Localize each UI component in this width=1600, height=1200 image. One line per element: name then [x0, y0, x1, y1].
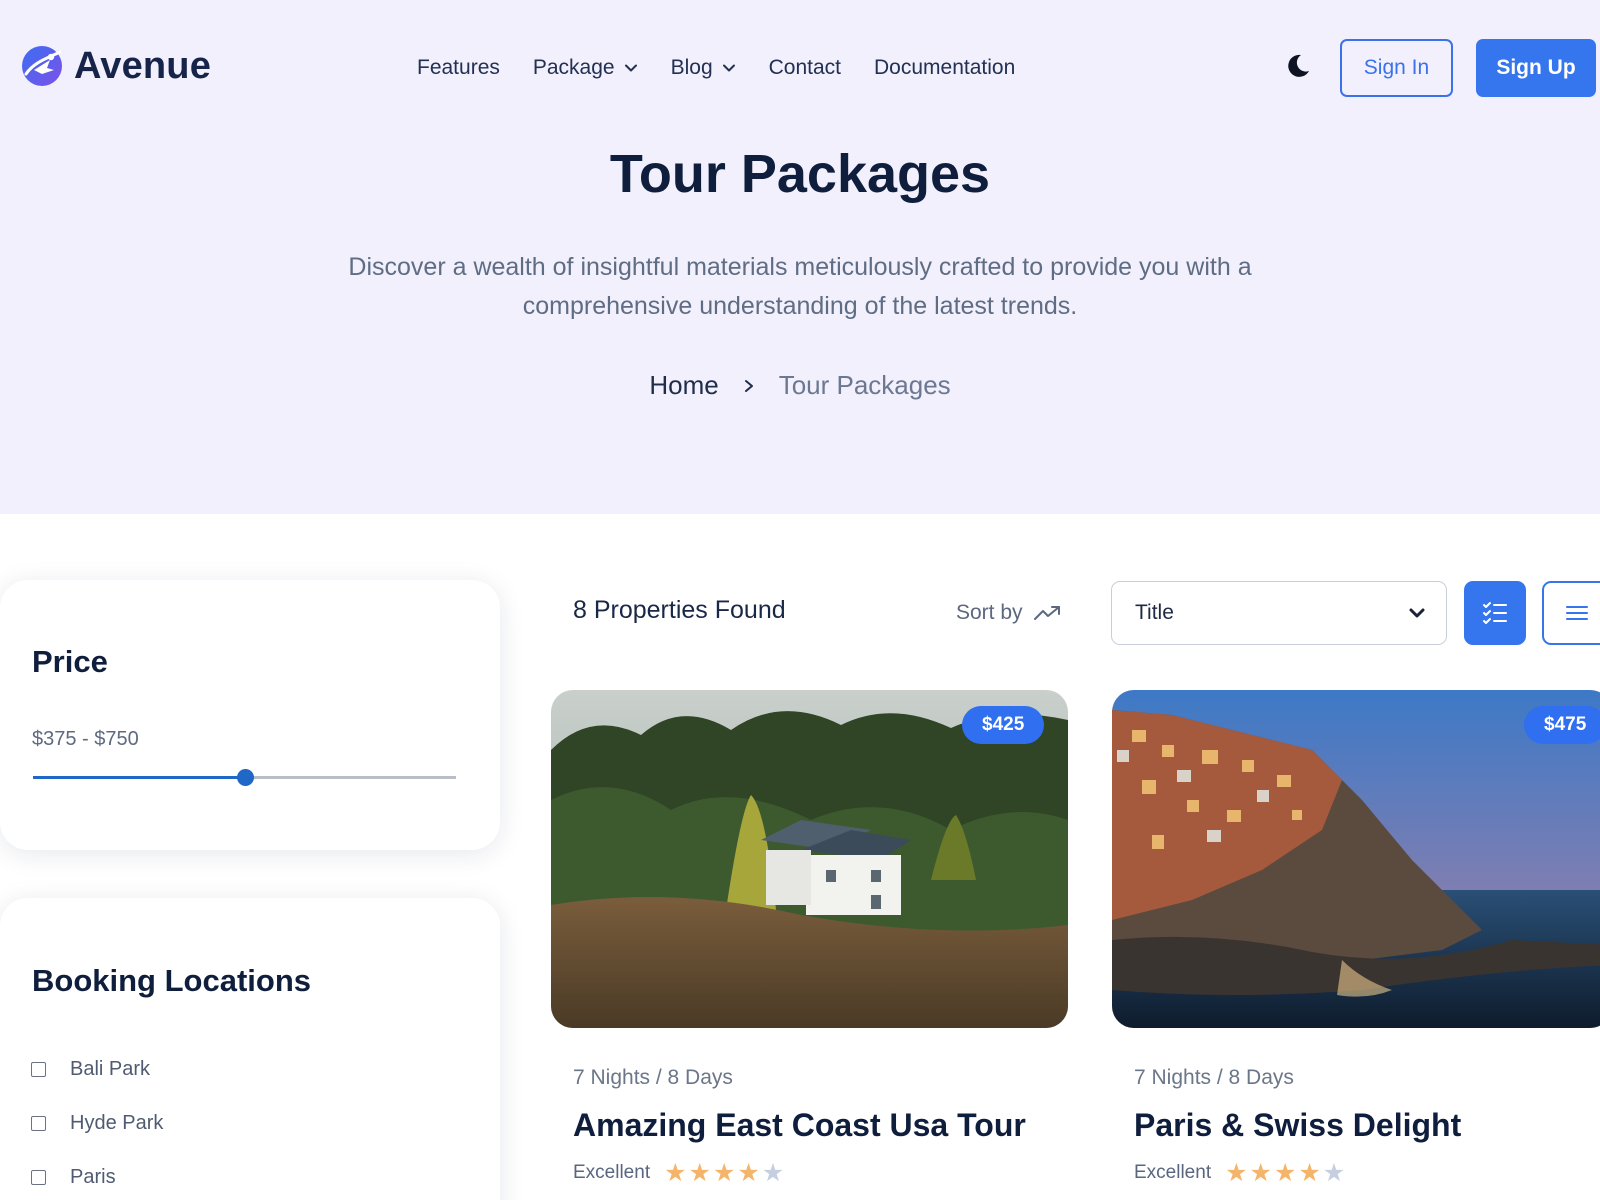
price-filter-title: Price	[32, 644, 108, 679]
location-label: Hyde Park	[70, 1111, 164, 1134]
location-item-paris[interactable]: Paris	[31, 1150, 163, 1200]
sign-up-button[interactable]: Sign Up	[1476, 39, 1596, 97]
price-slider-handle[interactable]	[236, 769, 254, 786]
star-rating: ★★★★★	[1225, 1160, 1347, 1186]
nav-features-label: Features	[417, 56, 500, 79]
star-filled-icon: ★	[1298, 1158, 1321, 1187]
star-empty-icon: ★	[761, 1158, 785, 1187]
checkbox[interactable]	[31, 1061, 46, 1077]
star-filled-icon: ★	[1249, 1158, 1272, 1187]
price-range-label: $375 - $750	[32, 728, 139, 750]
nav-documentation-label: Documentation	[874, 56, 1016, 79]
checklist-icon	[1483, 602, 1507, 624]
menu-lines-icon	[1566, 606, 1588, 620]
sign-in-button[interactable]: Sign In	[1340, 39, 1453, 97]
nav-package-dropdown[interactable]: Package	[533, 56, 638, 80]
location-item-hyde-park[interactable]: Hyde Park	[31, 1096, 163, 1150]
price-filter-panel	[0, 580, 500, 850]
package-duration: 7 Nights / 8 Days	[1134, 1066, 1294, 1089]
trend-up-icon	[1033, 606, 1060, 620]
package-rating: Excellent ★★★★★	[573, 1160, 786, 1186]
nav-blog-dropdown[interactable]: Blog	[671, 56, 736, 80]
nav-contact[interactable]: Contact	[769, 56, 841, 80]
grid-view-button[interactable]	[1542, 581, 1600, 645]
nav-documentation[interactable]: Documentation	[874, 56, 1015, 80]
chevron-down-icon	[722, 64, 735, 72]
package-rating: Excellent ★★★★★	[1134, 1160, 1347, 1186]
package-image-cliff-village[interactable]	[1112, 690, 1600, 1028]
rating-label: Excellent	[573, 1162, 651, 1183]
sort-by-label-group: Sort by	[956, 601, 1063, 625]
results-count: 8 Properties Found	[573, 596, 786, 624]
package-duration: 7 Nights / 8 Days	[573, 1066, 733, 1089]
airplane-globe-icon	[22, 46, 62, 86]
main-nav: Features Package Blog Contact Documentat…	[417, 56, 1048, 80]
page-description: Discover a wealth of insightful material…	[348, 253, 1252, 320]
package-title[interactable]: Amazing East Coast Usa Tour	[573, 1107, 1026, 1144]
location-list: Bali Park Hyde Park Paris	[31, 1042, 163, 1200]
booking-locations-title: Booking Locations	[32, 963, 311, 998]
nav-contact-label: Contact	[768, 56, 842, 79]
price-slider-fill	[33, 776, 245, 779]
star-filled-icon: ★	[737, 1158, 760, 1187]
brand-name: Avenue	[74, 44, 212, 87]
nav-features[interactable]: Features	[417, 56, 500, 80]
location-label: Paris	[70, 1165, 116, 1188]
location-label: Bali Park	[70, 1057, 151, 1080]
chevron-right-icon	[744, 379, 753, 392]
sort-select[interactable]: Title	[1111, 581, 1447, 645]
price-badge: $425	[962, 706, 1045, 744]
checkbox[interactable]	[31, 1115, 46, 1131]
page-title: Tour Packages	[609, 144, 991, 204]
chevron-down-icon	[1409, 608, 1425, 618]
star-filled-icon: ★	[688, 1158, 711, 1187]
breadcrumb-home-link[interactable]: Home	[649, 370, 718, 401]
breadcrumb-current: Tour Packages	[778, 370, 951, 400]
checkbox[interactable]	[31, 1169, 46, 1185]
location-item-bali-park[interactable]: Bali Park	[31, 1042, 163, 1096]
star-filled-icon: ★	[712, 1158, 736, 1187]
price-badge: $475	[1524, 706, 1600, 744]
star-rating: ★★★★★	[664, 1160, 786, 1186]
nav-blog-label: Blog	[670, 56, 713, 79]
star-filled-icon: ★	[1225, 1158, 1248, 1187]
list-view-button[interactable]	[1464, 581, 1526, 645]
nav-package-label: Package	[532, 56, 615, 79]
star-filled-icon: ★	[1273, 1158, 1297, 1187]
price-slider[interactable]	[33, 769, 456, 786]
star-empty-icon: ★	[1322, 1158, 1346, 1187]
brand-logo[interactable]: Avenue	[20, 44, 211, 88]
sort-select-value: Title	[1135, 601, 1174, 624]
sort-by-label: Sort by	[956, 601, 1023, 624]
breadcrumb: Home Tour Packages	[0, 370, 1600, 401]
chevron-down-icon	[624, 64, 637, 72]
photo-cliff-village	[1112, 690, 1600, 1028]
rating-label: Excellent	[1134, 1162, 1212, 1183]
moon-icon[interactable]	[1282, 51, 1312, 81]
package-title[interactable]: Paris & Swiss Delight	[1134, 1107, 1461, 1144]
star-filled-icon: ★	[664, 1158, 687, 1187]
